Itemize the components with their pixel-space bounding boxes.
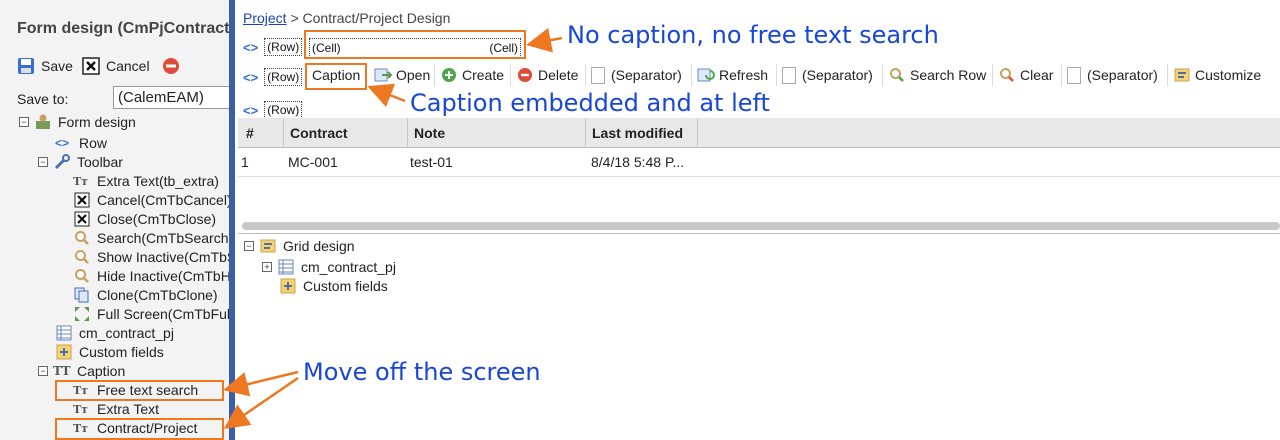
arrow-caption	[367, 83, 406, 107]
arrow-row1	[526, 27, 563, 53]
annotation-embedded: Caption embedded and at left	[410, 89, 770, 117]
annotation-move-off: Move off the screen	[303, 358, 541, 386]
annotation-no-caption: No caption, no free text search	[567, 21, 939, 49]
annotation-arrows	[223, 27, 563, 429]
